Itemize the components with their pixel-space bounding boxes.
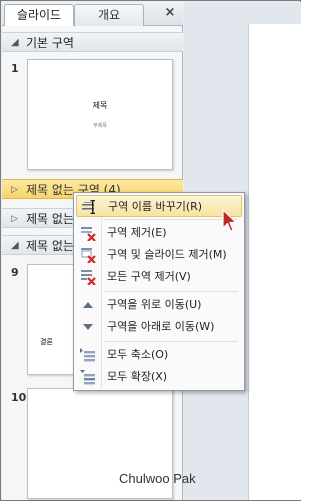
application-window: 슬라이드 개요 × ◢ 기본 구역 1 제목 부제목 ▷ 제목 없는 구역 (4…: [0, 0, 308, 501]
menu-item-label: 구역 제거(E): [107, 226, 167, 239]
menu-item-collapse-all[interactable]: 모두 축소(O): [76, 344, 242, 366]
mouse-cursor-icon: [222, 209, 237, 232]
menu-separator: [104, 291, 238, 292]
move-up-icon: [83, 302, 93, 308]
collapsed-arrow-icon[interactable]: ▷: [11, 180, 18, 198]
section-name: 기본 구역: [26, 36, 74, 50]
menu-item-label: 모든 구역 제거(V): [107, 270, 191, 283]
slide-thumbnail[interactable]: 제목 부제목: [27, 59, 173, 170]
menu-item-move-section-down[interactable]: 구역을 아래로 이동(W): [76, 316, 242, 338]
close-pane-icon[interactable]: ×: [163, 6, 177, 20]
thumbnail-subtitle: 부제목: [93, 123, 107, 129]
slide-number: 1: [11, 62, 19, 75]
expanded-arrow-icon[interactable]: ◢: [11, 236, 19, 254]
menu-item-rename-section[interactable]: 구역 이름 바꾸기(R): [76, 195, 242, 217]
menu-separator: [104, 219, 238, 220]
thumbnail-title: 결론: [40, 338, 53, 346]
menu-item-label: 모두 확장(X): [107, 370, 168, 383]
section-context-menu: 구역 이름 바꾸기(R) 구역 제거(E) 구역 및 슬라이드 제거(M) 모든…: [73, 192, 245, 391]
expand-all-icon: [80, 370, 95, 385]
remove-section-and-slides-icon: [81, 248, 96, 263]
menu-item-remove-all-sections[interactable]: 모든 구역 제거(V): [76, 266, 242, 288]
menu-item-label: 모두 축소(O): [107, 348, 169, 361]
remove-all-sections-icon: [81, 270, 96, 285]
expanded-arrow-icon[interactable]: ◢: [11, 33, 19, 51]
menu-item-label: 구역 및 슬라이드 제거(M): [107, 248, 227, 261]
menu-item-label: 구역 이름 바꾸기(R): [108, 200, 203, 213]
menu-item-expand-all[interactable]: 모두 확장(X): [76, 366, 242, 388]
author-caption: Chulwoo Pak: [119, 471, 196, 486]
menu-item-remove-section-and-slides[interactable]: 구역 및 슬라이드 제거(M): [76, 244, 242, 266]
move-down-icon: [83, 324, 93, 330]
menu-separator: [104, 341, 238, 342]
menu-item-label: 구역을 아래로 이동(W): [107, 320, 215, 333]
menu-item-move-section-up[interactable]: 구역을 위로 이동(U): [76, 294, 242, 316]
menu-item-label: 구역을 위로 이동(U): [107, 298, 202, 311]
slide-canvas[interactable]: [248, 24, 308, 500]
section-header-default[interactable]: ◢ 기본 구역: [2, 32, 183, 52]
remove-section-icon: [81, 227, 96, 241]
collapse-all-icon: [80, 348, 95, 362]
rename-section-icon: [82, 200, 95, 214]
tab-slides[interactable]: 슬라이드: [4, 4, 74, 26]
slide-number: 9: [11, 266, 19, 279]
thumbnail-title: 제목: [92, 101, 108, 110]
tab-outline[interactable]: 개요: [74, 4, 144, 26]
menu-item-remove-section[interactable]: 구역 제거(E): [76, 222, 242, 244]
collapsed-arrow-icon[interactable]: ▷: [11, 209, 18, 227]
slide-number: 10: [11, 391, 27, 404]
pane-tab-bar: 슬라이드 개요 ×: [2, 2, 183, 26]
